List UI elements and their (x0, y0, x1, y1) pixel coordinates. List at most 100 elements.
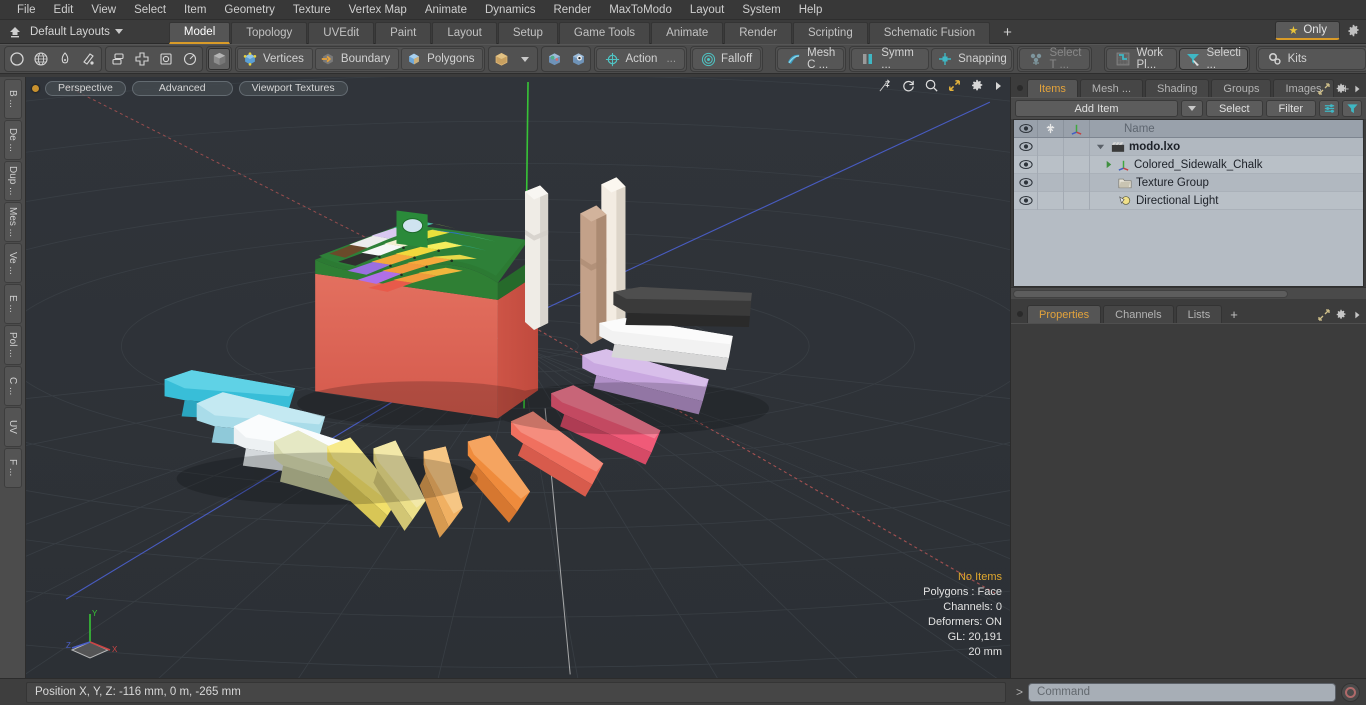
viewport-3d[interactable]: Perspective Advanced Viewport Textures Y… (26, 77, 1010, 678)
work-plane-button[interactable]: Work Pl... (1106, 47, 1177, 71)
tab-items[interactable]: Items (1027, 79, 1078, 97)
pen-icon[interactable] (54, 48, 76, 70)
menu-item-help[interactable]: Help (790, 2, 832, 18)
row-transform-cell[interactable] (1064, 191, 1090, 210)
menu-item-layout[interactable]: Layout (681, 2, 734, 18)
shade-a-icon[interactable] (543, 48, 565, 70)
add-item-dropdown[interactable] (1180, 100, 1203, 117)
scale-icon[interactable] (155, 48, 177, 70)
select-button[interactable]: Select (1205, 100, 1263, 117)
row-visibility-toggle[interactable] (1014, 173, 1038, 192)
add-tab-button[interactable]: + (991, 22, 1024, 44)
tab-model[interactable]: Model (168, 21, 231, 44)
only-button[interactable]: ★ Only (1275, 21, 1340, 40)
row-lock-cell[interactable] (1038, 191, 1064, 210)
expand-icon[interactable] (1318, 309, 1330, 321)
left-tab-curve[interactable]: C ... (3, 366, 22, 406)
menu-item-view[interactable]: View (82, 2, 125, 18)
dropdown-arrow-icon[interactable] (514, 48, 536, 70)
snapping-button[interactable]: Snapping (931, 48, 1013, 70)
item-list-empty-area[interactable] (1014, 210, 1363, 286)
home-up-icon[interactable] (4, 22, 26, 42)
menu-item-select[interactable]: Select (125, 2, 175, 18)
tab-layout[interactable]: Layout (432, 21, 497, 44)
row-transform-cell[interactable] (1064, 173, 1090, 192)
selection-set-button[interactable]: Selecti ... (1178, 47, 1248, 71)
menu-item-edit[interactable]: Edit (45, 2, 83, 18)
table-row[interactable]: Directional Light (1014, 191, 1363, 210)
row-lock-cell[interactable] (1038, 173, 1064, 192)
globe-icon[interactable] (30, 48, 52, 70)
select-through-button[interactable]: Select T ... (1019, 47, 1091, 71)
tab-topology[interactable]: Topology (231, 21, 308, 44)
left-tab-duplicate[interactable]: Dup ... (3, 161, 22, 201)
tab-groups[interactable]: Groups (1211, 79, 1272, 97)
menu-item-system[interactable]: System (733, 2, 789, 18)
menu-item-render[interactable]: Render (544, 2, 600, 18)
viewport-perspective-selector[interactable]: Perspective (45, 80, 126, 96)
action-center-button[interactable]: Action ... (596, 48, 686, 70)
cube-icon[interactable] (208, 48, 230, 70)
mesh-constraint-button[interactable]: Mesh C ... (777, 47, 845, 71)
add-properties-tab-button[interactable]: + (1224, 305, 1244, 323)
menu-item-geometry[interactable]: Geometry (215, 2, 284, 18)
layout-selector[interactable]: Default Layouts (26, 26, 129, 38)
left-tab-mesh[interactable]: Mes ... (3, 202, 22, 242)
tab-shading[interactable]: Shading (1145, 79, 1210, 97)
table-row[interactable]: modo.lxo (1014, 137, 1363, 156)
list-item[interactable]: Colored_Sidewalk_Chalk (1090, 158, 1363, 171)
row-transform-cell[interactable] (1064, 137, 1090, 156)
menu-item-file[interactable]: File (8, 2, 45, 18)
symmetry-button[interactable]: Symm ... (851, 47, 930, 71)
menu-item-dynamics[interactable]: Dynamics (476, 2, 544, 18)
more-arrow-icon[interactable] (1352, 310, 1362, 320)
gear-icon[interactable] (1344, 22, 1362, 40)
rotate-icon[interactable] (179, 48, 201, 70)
expand-icon[interactable] (1318, 83, 1330, 95)
rotate-view-icon[interactable] (901, 78, 916, 93)
item-list-horizontal-scrollbar[interactable] (1011, 287, 1366, 299)
move-view-icon[interactable] (878, 78, 893, 93)
list-item[interactable]: Texture Group (1090, 177, 1363, 189)
tab-setup[interactable]: Setup (497, 21, 558, 44)
funnel-icon[interactable] (1342, 100, 1362, 117)
filter-button[interactable]: Filter (1265, 100, 1316, 117)
row-visibility-toggle[interactable] (1014, 137, 1038, 156)
vertices-button[interactable]: Vertices (237, 48, 313, 70)
menu-item-item[interactable]: Item (175, 2, 215, 18)
left-tab-vertex[interactable]: Ve ... (3, 243, 22, 283)
row-visibility-toggle[interactable] (1014, 155, 1038, 174)
viewport-shading-selector[interactable]: Advanced (131, 80, 233, 96)
item-tree-list[interactable]: Name modo.lxo Colored_Sidewalk_Chalk Tex… (1013, 119, 1364, 287)
gear-icon[interactable] (1335, 309, 1347, 321)
tab-game-tools[interactable]: Game Tools (558, 21, 651, 44)
tab-animate[interactable]: Animate (651, 21, 724, 44)
tab-mesh[interactable]: Mesh ... (1079, 79, 1144, 97)
tab-properties[interactable]: Properties (1027, 305, 1102, 323)
tab-uvedit[interactable]: UVEdit (308, 21, 375, 44)
left-tab-fusion[interactable]: F ... (3, 448, 22, 488)
menu-item-maxtomodo[interactable]: MaxToModo (600, 2, 681, 18)
left-tab-edge[interactable]: E ... (3, 284, 22, 324)
sort-icon[interactable] (1319, 100, 1339, 117)
add-item-button[interactable]: Add Item (1015, 100, 1178, 117)
zoom-view-icon[interactable] (924, 78, 939, 93)
left-tab-basic[interactable]: B ... (3, 79, 22, 119)
menu-item-texture[interactable]: Texture (284, 2, 340, 18)
more-arrow-icon[interactable] (1352, 84, 1362, 94)
left-tab-polygon[interactable]: Pol ... (3, 325, 22, 365)
tab-schematic-fusion[interactable]: Schematic Fusion (868, 21, 991, 44)
menu-item-vertex-map[interactable]: Vertex Map (340, 2, 416, 18)
list-item[interactable]: modo.lxo (1090, 141, 1363, 153)
falloff-button[interactable]: Falloff (692, 48, 762, 70)
table-row[interactable]: Colored_Sidewalk_Chalk (1014, 155, 1363, 174)
left-tab-deform[interactable]: De ... (3, 120, 22, 160)
sculpt-icon[interactable] (78, 48, 100, 70)
align-icon[interactable] (107, 48, 129, 70)
expander-expanded-icon[interactable] (1096, 142, 1105, 151)
tab-paint[interactable]: Paint (375, 21, 432, 44)
viewport-gear-icon[interactable] (970, 79, 984, 93)
move-icon[interactable] (131, 48, 153, 70)
tab-scripting[interactable]: Scripting (792, 21, 868, 44)
left-tab-uv[interactable]: UV (3, 407, 22, 447)
